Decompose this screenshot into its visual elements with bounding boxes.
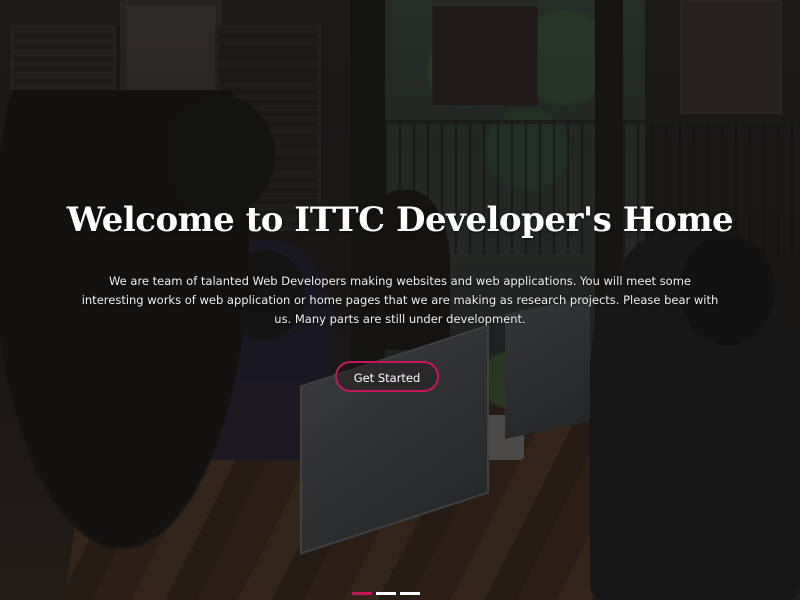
carousel-indicators [352, 592, 420, 595]
hero-content: Welcome to ITTC Developer's Home We are … [0, 0, 800, 600]
carousel-indicator-2[interactable] [376, 592, 396, 595]
get-started-button[interactable]: Get Started [335, 361, 439, 392]
hero-title: Welcome to ITTC Developer's Home [66, 200, 734, 240]
carousel-indicator-3[interactable] [400, 592, 420, 595]
hero-section: Welcome to ITTC Developer's Home We are … [0, 0, 800, 600]
hero-description: We are team of talanted Web Developers m… [81, 274, 719, 326]
carousel-indicator-1[interactable] [352, 592, 372, 595]
